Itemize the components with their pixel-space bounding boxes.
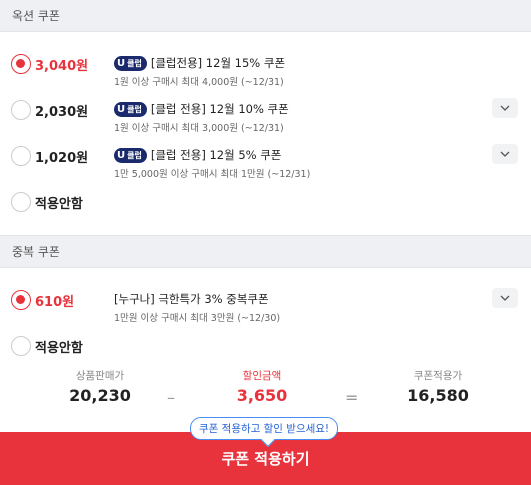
coupon-amount: 1,020원 [35,151,89,166]
radio-selected[interactable] [11,290,31,310]
section-header-option-coupons: 옥션 쿠폰 [0,0,531,32]
u-club-badge: U 클럽 [114,55,147,71]
coupon-title: U 클럽 [클럽 전용] 12월 5% 쿠폰 [114,147,281,163]
radio-unselected[interactable] [11,192,31,212]
radio-unselected[interactable] [11,146,31,166]
chevron-down-icon[interactable] [492,98,518,118]
section-title: 중복 쿠폰 [12,245,60,259]
radio-unselected[interactable] [11,100,31,120]
equals-operator: = [345,388,359,407]
coupon-applied-price: 쿠폰적용가 16,580 [388,368,488,405]
coupon-item[interactable]: 1,020원 U 클럽 [클럽 전용] 12월 5% 쿠폰 1만 5,000원 이… [0,132,531,180]
final-price-label: 쿠폰적용가 [413,370,463,382]
radio-unselected[interactable] [11,336,31,356]
apply-tooltip: 쿠폰 적용하고 할인 받으세요! [190,417,339,440]
none-label: 적용안함 [35,341,83,356]
dup-coupon-list: 610원 [누구나] 극한특가 3% 중복쿠폰 1만원 이상 구매시 최대 3만… [0,268,531,368]
chevron-down-icon[interactable] [492,144,518,164]
coupon-amount: 2,030원 [35,105,89,120]
chevron-down-icon[interactable] [492,288,518,308]
coupon-none-option[interactable]: 적용안함 [0,322,531,368]
discount-value: 3,650 [236,386,288,405]
price-summary: 상품판매가 20,230 – 할인금액 3,650 = 쿠폰적용가 16,580 [0,368,531,416]
coupon-title: [누구나] 극한특가 3% 중복쿠폰 [114,292,269,306]
coupon-none-option[interactable]: 적용안함 [0,178,531,224]
coupon-item[interactable]: 610원 [누구나] 극한특가 3% 중복쿠폰 1만원 이상 구매시 최대 3만… [0,276,531,324]
radio-selected[interactable] [11,54,31,74]
minus-operator: – [167,388,175,407]
none-label: 적용안함 [35,197,83,212]
final-price-value: 16,580 [407,386,469,405]
coupon-title: U 클럽 [클럽 전용] 12월 10% 쿠폰 [114,101,289,117]
coupon-item[interactable]: 3,040원 U 클럽 [클럽전용] 12월 15% 쿠폰 1원 이상 구매시 최… [0,40,531,88]
discount-label: 할인금액 [242,370,282,382]
sale-price: 상품판매가 20,230 [50,368,150,405]
coupon-item[interactable]: 2,030원 U 클럽 [클럽 전용] 12월 10% 쿠폰 1원 이상 구매시 … [0,86,531,134]
section-title: 옥션 쿠폰 [12,9,60,23]
discount-amount: 할인금액 3,650 [212,368,312,405]
option-coupon-list: 3,040원 U 클럽 [클럽전용] 12월 15% 쿠폰 1원 이상 구매시 최… [0,32,531,224]
u-club-badge: U 클럽 [114,147,147,163]
coupon-title: U 클럽 [클럽전용] 12월 15% 쿠폰 [114,55,285,71]
section-header-dup-coupons: 중복 쿠폰 [0,236,531,268]
u-club-badge: U 클럽 [114,101,147,117]
coupon-amount: 610원 [35,295,75,310]
coupon-amount: 3,040원 [35,59,89,74]
sale-price-value: 20,230 [69,386,131,405]
sale-price-label: 상품판매가 [75,370,125,382]
divider [0,224,531,236]
